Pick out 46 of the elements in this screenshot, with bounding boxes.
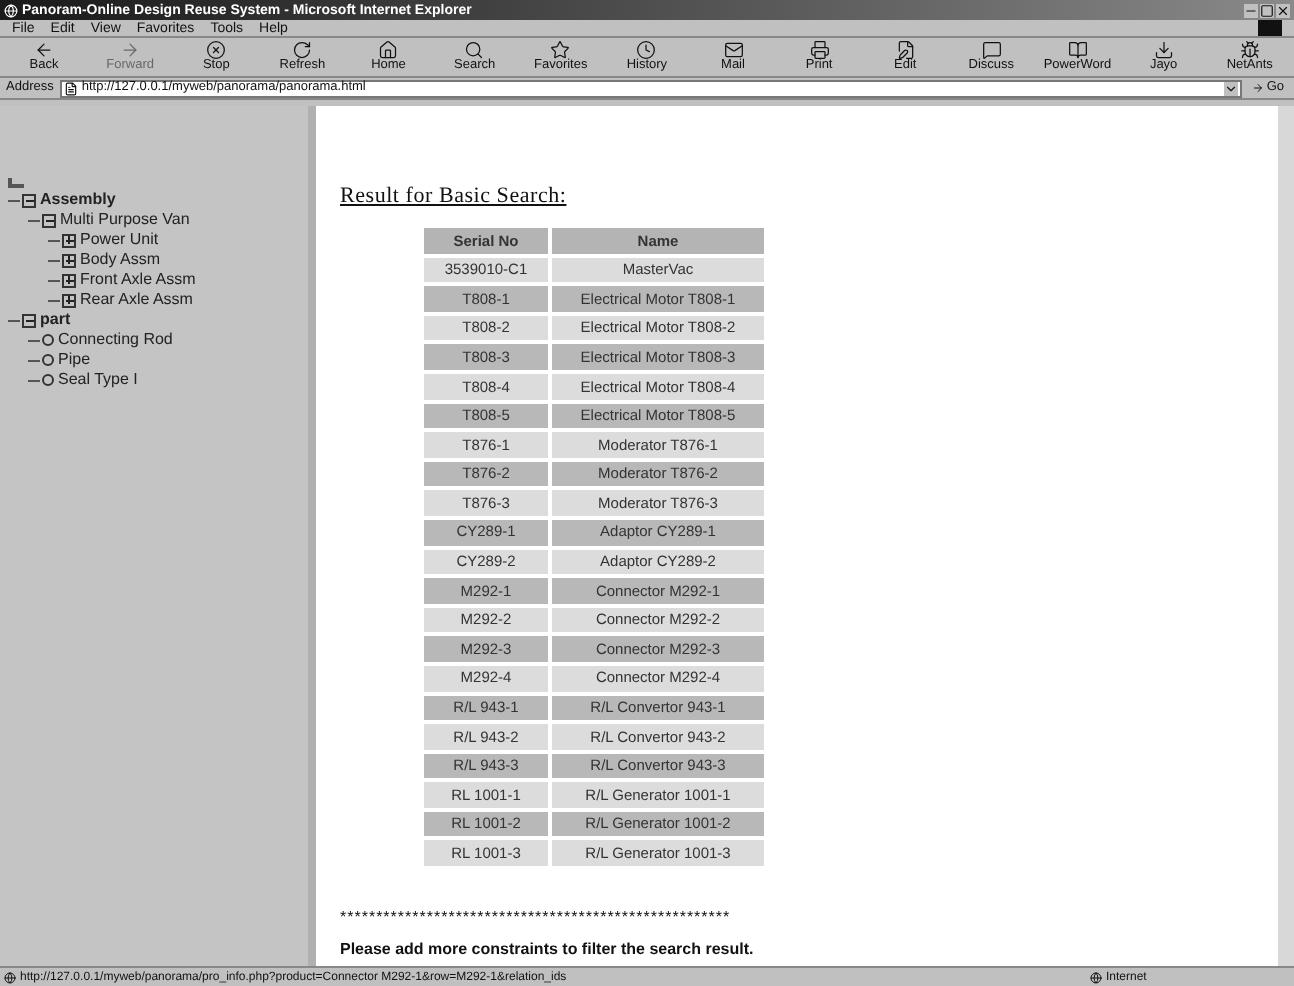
tree-item[interactable]: Assembly <box>40 192 116 208</box>
tree-item[interactable]: Connecting Rod <box>58 332 173 348</box>
search-icon <box>464 40 485 61</box>
expand-toggle-icon[interactable] <box>62 253 76 267</box>
printer-icon <box>809 40 830 61</box>
tree-item[interactable]: Body Assm <box>80 252 161 268</box>
circle-node-icon <box>42 334 54 346</box>
circle-node-icon <box>42 374 54 386</box>
tree-item[interactable]: Seal Type I <box>58 372 138 388</box>
expand-toggle-icon[interactable] <box>62 273 76 287</box>
page-heading: Result for Basic Search: <box>340 186 569 208</box>
book-icon <box>1067 40 1088 61</box>
home-icon <box>378 40 399 61</box>
tree-item[interactable]: Rear Axle Assm <box>80 292 193 308</box>
back-arrow-icon <box>34 40 54 61</box>
forward-arrow-icon <box>120 40 141 61</box>
mail-icon <box>723 40 743 61</box>
maximize-icon[interactable] <box>1260 3 1274 17</box>
tree-item[interactable]: Power Unit <box>80 232 159 248</box>
close-icon[interactable] <box>1276 3 1290 17</box>
browser-icon <box>4 3 18 17</box>
message-text: Please add more constraints to filter the search result. <box>340 942 756 959</box>
download-icon <box>1153 40 1174 61</box>
throbber-icon <box>1258 20 1282 36</box>
collapse-toggle-icon[interactable] <box>42 213 56 227</box>
root-node-icon <box>8 178 24 188</box>
star-icon <box>550 40 571 61</box>
tree-item[interactable]: Pipe <box>58 352 91 368</box>
refresh-icon <box>292 40 313 61</box>
arrow-icon <box>1252 82 1265 94</box>
tree-item[interactable]: Multi Purpose Van <box>60 212 190 228</box>
separator-text: ****************************************************** <box>340 910 733 927</box>
collapse-toggle-icon[interactable] <box>22 193 36 207</box>
tree-item[interactable]: Front Axle Assm <box>80 272 196 288</box>
tree-item[interactable]: part <box>40 312 71 328</box>
clock-icon <box>636 40 657 61</box>
circle-node-icon <box>42 354 54 366</box>
document-edit-icon <box>895 40 916 61</box>
stop-icon <box>206 40 227 61</box>
expand-toggle-icon[interactable] <box>62 293 76 307</box>
dropdown-icon[interactable] <box>1224 81 1239 95</box>
collapse-toggle-icon[interactable] <box>22 313 36 327</box>
expand-toggle-icon[interactable] <box>62 233 76 247</box>
globe-icon <box>1090 971 1102 983</box>
bug-icon <box>1239 40 1260 61</box>
chat-icon <box>981 40 1002 61</box>
